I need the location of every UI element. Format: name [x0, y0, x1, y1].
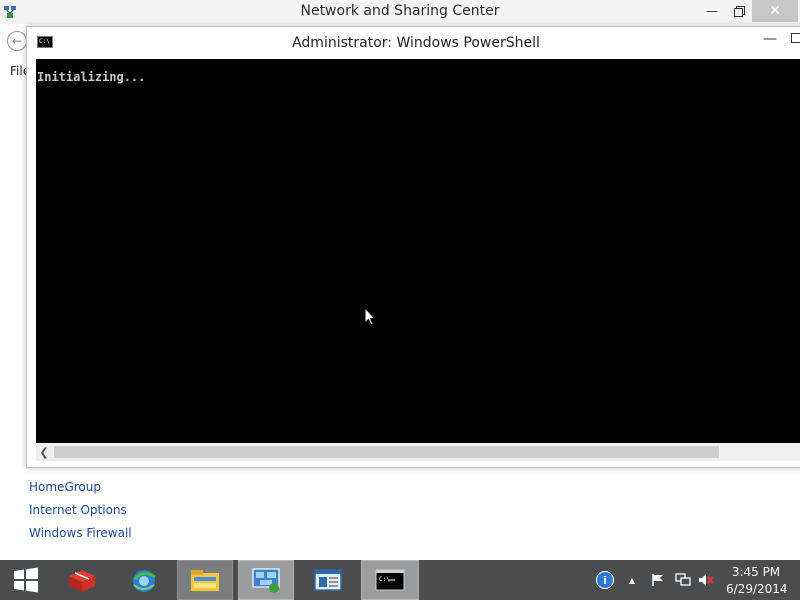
mouse-cursor-icon: [364, 306, 377, 327]
horizontal-scrollbar[interactable]: ❮: [36, 443, 800, 461]
network-tray-icon[interactable]: [675, 572, 691, 588]
chevron-left-icon: ❮: [39, 445, 49, 459]
minimize-icon: —: [706, 4, 718, 18]
restore-icon: [733, 5, 745, 17]
console-output[interactable]: Initializing...: [36, 59, 800, 443]
taskbar-app-powershell[interactable]: C:\: [361, 560, 419, 600]
svg-text:C:\: C:\: [379, 576, 390, 583]
powershell-title: Administrator: Windows PowerShell: [292, 35, 540, 51]
file-explorer-icon: [191, 570, 219, 591]
show-hidden-icons-button[interactable]: ▲: [624, 572, 640, 588]
ps-minimize-button[interactable]: —: [763, 29, 777, 49]
taskbar-app-ie[interactable]: [118, 560, 170, 600]
window-title: Network and Sharing Center: [300, 3, 500, 19]
powershell-icon: C:\: [375, 569, 405, 591]
back-button[interactable]: ←: [7, 31, 27, 51]
volume-muted-icon[interactable]: [698, 572, 714, 588]
close-icon: ✕: [769, 3, 781, 19]
close-button[interactable]: ✕: [752, 0, 798, 22]
back-arrow-icon: ←: [11, 34, 23, 48]
homegroup-link[interactable]: HomeGroup: [29, 480, 101, 494]
minimize-icon: —: [763, 31, 777, 47]
network-sharing-titlebar[interactable]: Network and Sharing Center — ✕: [0, 0, 800, 24]
ie-globe-icon: [133, 570, 156, 592]
redbox-app-icon: [69, 570, 95, 592]
info-icon[interactable]: i: [596, 571, 614, 589]
internet-options-link[interactable]: Internet Options: [29, 503, 127, 517]
chevron-up-icon: ▲: [628, 575, 636, 585]
scroll-left-button[interactable]: ❮: [36, 443, 52, 461]
network-sharing-icon: [252, 568, 280, 593]
windows-firewall-link[interactable]: Windows Firewall: [29, 526, 132, 540]
clock-time[interactable]: 3:45 PM: [726, 565, 786, 579]
taskbar: C:\ i ▲ 3:45 PM 6/29/2014: [0, 560, 800, 600]
powershell-window[interactable]: C:\ Administrator: Windows PowerShell — …: [26, 26, 800, 468]
windows-logo-icon: [14, 567, 38, 593]
document-window-icon: [314, 569, 342, 591]
taskbar-app-network-sharing[interactable]: [238, 560, 294, 600]
taskbar-app-redbox[interactable]: [56, 560, 108, 600]
ps-maximize-button[interactable]: [791, 33, 800, 43]
taskbar-app-explorer[interactable]: [177, 560, 233, 600]
taskbar-app-document[interactable]: [300, 560, 356, 600]
scroll-thumb[interactable]: [54, 446, 719, 458]
console-text: Initializing...: [37, 70, 146, 84]
restore-button[interactable]: [726, 0, 752, 22]
clock-date[interactable]: 6/29/2014: [726, 582, 788, 596]
action-center-flag-icon[interactable]: [650, 572, 666, 588]
start-button[interactable]: [4, 560, 48, 600]
minimize-button[interactable]: —: [698, 0, 726, 22]
